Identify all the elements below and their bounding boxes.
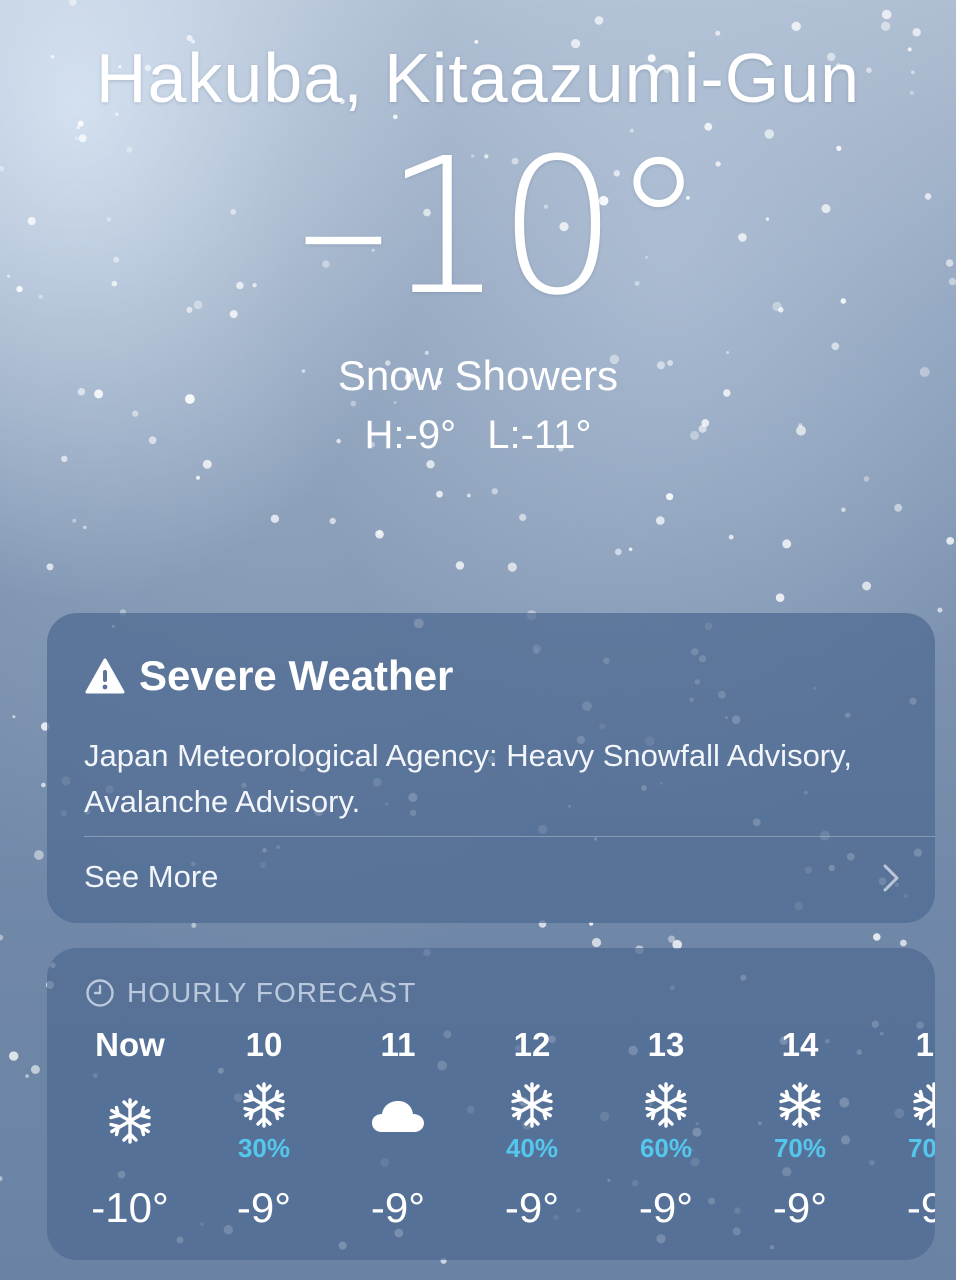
precipitation-chance: 60% [639,1133,693,1163]
hour-label: 12 [513,1026,551,1063]
severe-weather-card[interactable]: Severe Weather Japan Meteorological Agen… [47,613,935,923]
hourly-item: 15 70% -9° [867,1024,935,1244]
hour-temperature: -9° [906,1184,935,1231]
high-temperature: H:-9° [364,413,457,457]
precipitation-chance: 30% [237,1133,291,1163]
snowflake-icon [105,1096,155,1146]
snowflake-icon [775,1080,825,1130]
alert-title-row: Severe Weather [85,651,453,701]
snowflake-icon [909,1080,935,1130]
hourly-header: HOURLY FORECAST [85,976,416,1010]
hour-label: 11 [380,1026,416,1063]
clock-icon [86,979,114,1007]
hourly-item: 14 70% -9° [733,1024,867,1244]
hour-label: 13 [647,1026,685,1063]
hourly-item: 12 40% -9° [465,1024,599,1244]
alert-description: Japan Meteorological Agency: Heavy Snowf… [84,738,852,819]
hour-temperature: -9° [236,1184,292,1231]
hourly-item: 10 30% -9° [197,1024,331,1244]
hourly-item: 13 60% -9° [599,1024,733,1244]
snowflake-icon [239,1080,289,1130]
hour-label: 15 [915,1026,935,1063]
hour-temperature: -9° [504,1184,560,1231]
low-temperature: L:-11° [487,413,592,457]
snowflake-icon [507,1080,557,1130]
location-name: Hakuba, Kitaazumi-Gun [95,39,861,117]
warning-triangle-icon [85,658,125,694]
hour-temperature: -9° [772,1184,828,1231]
hourly-item: 11 -9° [331,1024,465,1244]
precipitation-chance: 40% [505,1133,559,1163]
hour-label: Now [95,1026,165,1063]
hour-label: 10 [245,1026,283,1063]
hour-temperature: -10° [91,1184,169,1231]
cloud-icon [370,1096,424,1146]
high-low: H:-9° L:-11° [0,410,956,460]
see-more-link[interactable]: See More [84,855,218,899]
divider [84,836,935,837]
hourly-item: Now -10° [63,1024,197,1244]
condition-text: Snow Showers [337,352,619,399]
hourly-header-label: HOURLY FORECAST [127,977,417,1008]
precipitation-chance: 70% [773,1133,827,1163]
hour-temperature: -9° [638,1184,694,1231]
precipitation-chance: 70% [907,1133,935,1163]
hour-label: 14 [781,1026,819,1063]
current-temperature: –10° [296,118,705,337]
chevron-right-icon[interactable] [881,863,901,893]
alert-title: Severe Weather [139,652,454,699]
hourly-forecast-card[interactable]: HOURLY FORECAST Now -10° 10 30% -9° 11 -9° 12 40… [47,948,935,1260]
hourly-strip[interactable]: Now -10° 10 30% -9° 11 -9° 12 40% -9° 13 60% -9° 14 70… [63,1024,935,1244]
snowflake-icon [641,1080,691,1130]
hour-temperature: -9° [370,1184,426,1231]
